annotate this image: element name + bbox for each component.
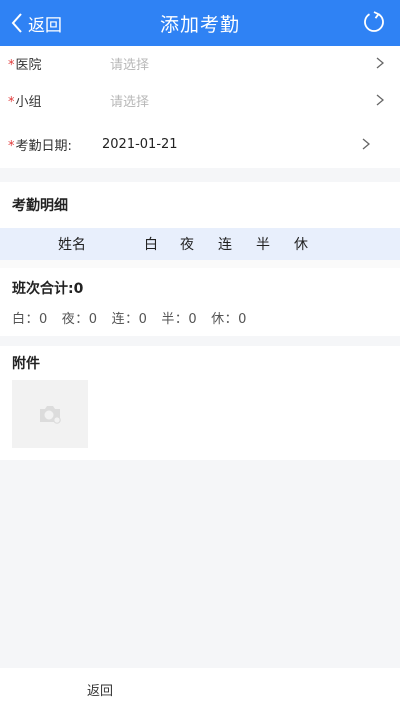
header-bar: 返回 添加考勤 — [0, 0, 400, 46]
count-night: 夜：0 — [61, 311, 98, 327]
group-label: *小组 — [8, 91, 94, 110]
attachment-title: 附件 — [12, 356, 40, 372]
column-header-half: 半 — [256, 237, 270, 253]
group-select[interactable]: *小组 请选择 — [0, 80, 400, 120]
chevron-right-icon — [376, 94, 384, 106]
attachment-upload-button[interactable] — [12, 380, 88, 448]
empty-content-area — [0, 460, 400, 668]
date-select[interactable]: *考勤日期: 2021-01-21 — [0, 120, 400, 168]
required-mark: * — [8, 138, 15, 154]
count-day: 白：0 — [12, 311, 48, 327]
detail-table-header: 姓名 白 夜 连 半 休 — [0, 228, 400, 260]
column-header-rest: 休 — [294, 237, 308, 253]
group-placeholder: 请选择 — [110, 94, 150, 110]
section-divider — [0, 336, 400, 346]
refresh-icon[interactable] — [362, 10, 386, 34]
column-header-continuous: 连 — [218, 237, 232, 253]
date-value: 2021-01-21 — [102, 136, 178, 152]
summary-counts: 白：0 夜：0 连：0 半：0 休：0 — [0, 298, 400, 336]
detail-header: 考勤明细 — [0, 182, 400, 228]
section-divider — [0, 260, 400, 268]
column-header-night: 夜 — [180, 237, 194, 253]
section-divider — [0, 168, 400, 182]
date-label-text: 考勤日期: — [15, 138, 72, 154]
back-label: 返回 — [28, 15, 62, 36]
required-mark: * — [8, 57, 15, 73]
hospital-label-text: 医院 — [15, 57, 42, 73]
chevron-left-icon — [11, 13, 22, 33]
hospital-placeholder: 请选择 — [110, 57, 150, 73]
summary-header: 班次合计:0 — [0, 268, 400, 298]
hospital-select[interactable]: *医院 请选择 — [0, 46, 400, 80]
count-continuous: 连：0 — [111, 311, 148, 327]
chevron-right-icon — [376, 57, 384, 69]
column-header-day: 白 — [144, 237, 158, 253]
date-label: *考勤日期: — [8, 135, 102, 154]
back-button[interactable]: 返回 — [10, 0, 62, 46]
required-mark: * — [8, 94, 15, 110]
detail-title: 考勤明细 — [12, 198, 68, 214]
column-header-name: 姓名 — [58, 237, 86, 253]
attachment-header: 附件 — [0, 346, 400, 380]
count-half: 半：0 — [161, 311, 198, 327]
hospital-label: *医院 — [8, 54, 94, 73]
footer-bar: 返回 — [0, 668, 400, 710]
count-rest: 休：0 — [211, 311, 247, 327]
group-label-text: 小组 — [15, 94, 42, 110]
camera-icon — [40, 406, 61, 424]
footer-back-button[interactable]: 返回 — [87, 680, 113, 699]
summary-title: 班次合计:0 — [12, 281, 84, 297]
chevron-right-icon — [362, 138, 370, 150]
